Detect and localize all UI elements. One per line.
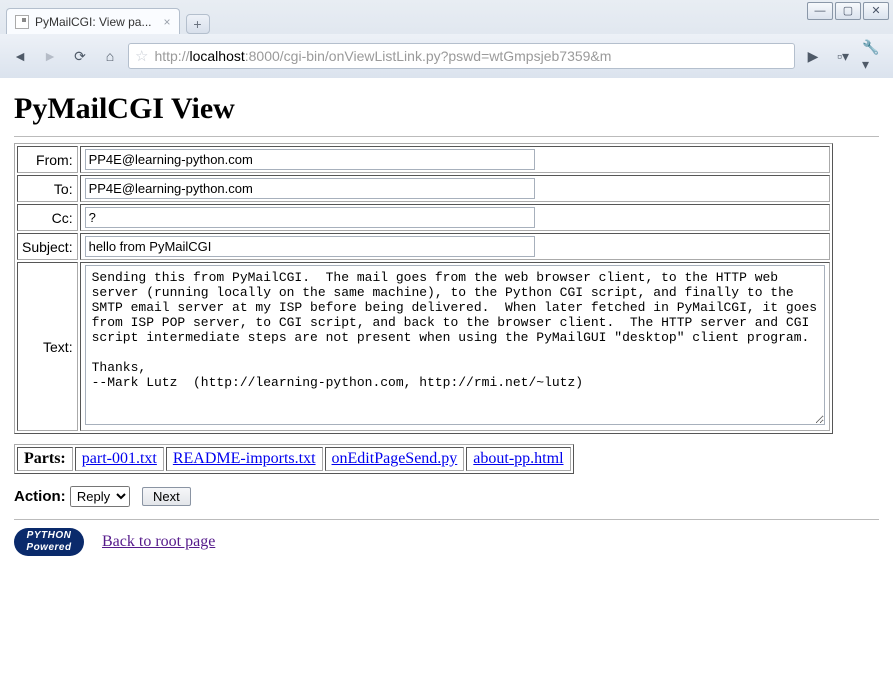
badge-line-1: PYTHON xyxy=(14,530,84,542)
url-path: :8000/cgi-bin/onViewListLink.py?pswd=wtG… xyxy=(245,48,612,64)
tab-close-icon[interactable]: × xyxy=(163,15,170,29)
part-link[interactable]: part-001.txt xyxy=(82,450,157,467)
tab-strip: PyMailCGI: View pa... × + xyxy=(0,0,893,34)
action-select[interactable]: Reply xyxy=(70,486,130,507)
divider xyxy=(14,519,879,520)
to-field[interactable] xyxy=(85,178,535,199)
next-button[interactable]: Next xyxy=(142,487,191,506)
from-label: From: xyxy=(17,146,78,173)
url-prefix: http:// xyxy=(154,48,189,64)
part-cell: part-001.txt xyxy=(75,447,164,471)
url-host: localhost xyxy=(189,48,244,64)
tab-title: PyMailCGI: View pa... xyxy=(35,15,151,29)
text-label: Text: xyxy=(17,262,78,431)
wrench-menu-button[interactable]: 🔧▾ xyxy=(861,44,885,68)
subject-field[interactable] xyxy=(85,236,535,257)
close-window-button[interactable]: ✕ xyxy=(863,2,889,20)
part-cell: onEditPageSend.py xyxy=(325,447,465,471)
bookmark-star-icon[interactable]: ☆ xyxy=(135,47,148,65)
parts-label: Parts: xyxy=(17,447,73,471)
back-button[interactable]: ◄ xyxy=(8,44,32,68)
python-powered-badge: PYTHON Powered xyxy=(14,528,84,556)
go-button[interactable]: ▶ xyxy=(801,44,825,68)
subject-label: Subject: xyxy=(17,233,78,260)
part-link[interactable]: onEditPageSend.py xyxy=(332,450,458,467)
to-label: To: xyxy=(17,175,78,202)
cc-field[interactable] xyxy=(85,207,535,228)
minimize-button[interactable]: — xyxy=(807,2,833,20)
part-cell: about-pp.html xyxy=(466,447,570,471)
address-bar[interactable]: ☆ http://localhost:8000/cgi-bin/onViewLi… xyxy=(128,43,795,69)
action-row: Action: Reply Next xyxy=(14,486,879,507)
home-button[interactable]: ⌂ xyxy=(98,44,122,68)
forward-button[interactable]: ► xyxy=(38,44,62,68)
back-to-root-link[interactable]: Back to root page xyxy=(102,533,215,551)
page-content: PyMailCGI View From: To: Cc: Subject: Te… xyxy=(0,78,893,692)
part-cell: README-imports.txt xyxy=(166,447,323,471)
message-body-textarea[interactable] xyxy=(85,265,825,425)
reload-button[interactable]: ⟳ xyxy=(68,44,92,68)
part-link[interactable]: README-imports.txt xyxy=(173,450,316,467)
part-link[interactable]: about-pp.html xyxy=(473,450,563,467)
parts-table: Parts: part-001.txt README-imports.txt onE… xyxy=(14,444,574,474)
page-footer: PYTHON Powered Back to root page xyxy=(14,528,879,556)
window-controls: — ▢ ✕ xyxy=(807,2,889,20)
cc-label: Cc: xyxy=(17,204,78,231)
page-favicon-icon xyxy=(15,15,29,29)
headers-table: From: To: Cc: Subject: Text: xyxy=(14,143,833,434)
divider xyxy=(14,136,879,137)
browser-tab[interactable]: PyMailCGI: View pa... × xyxy=(6,8,180,34)
action-label: Action: xyxy=(14,488,66,505)
browser-chrome: — ▢ ✕ PyMailCGI: View pa... × + ◄ ► ⟳ ⌂ … xyxy=(0,0,893,78)
page-title: PyMailCGI View xyxy=(14,92,879,126)
maximize-button[interactable]: ▢ xyxy=(835,2,861,20)
page-menu-button[interactable]: ▫▾ xyxy=(831,44,855,68)
browser-toolbar: ◄ ► ⟳ ⌂ ☆ http://localhost:8000/cgi-bin/… xyxy=(0,34,893,78)
new-tab-button[interactable]: + xyxy=(186,14,210,34)
badge-line-2: Powered xyxy=(14,542,84,554)
from-field[interactable] xyxy=(85,149,535,170)
